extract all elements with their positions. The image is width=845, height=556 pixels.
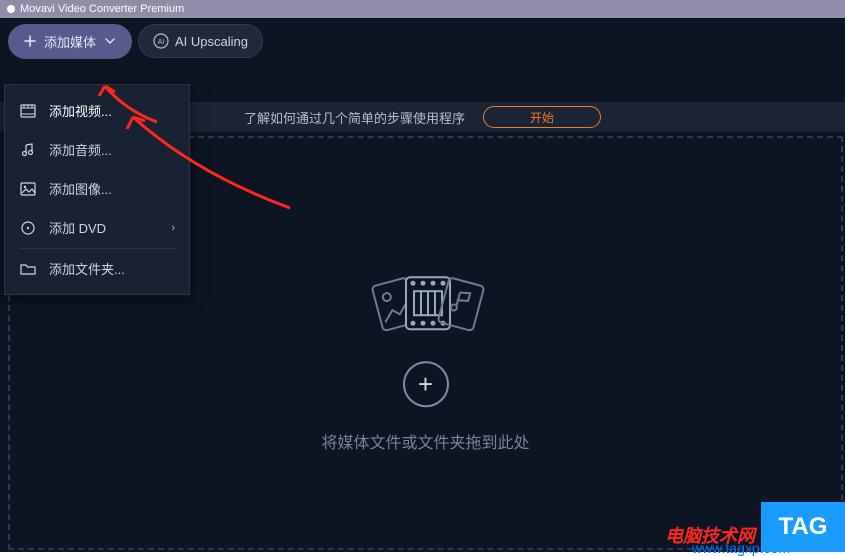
add-media-label: 添加媒体	[44, 32, 96, 51]
menu-label: 添加音频...	[49, 140, 112, 159]
menu-label: 添加文件夹...	[49, 259, 125, 278]
image-icon	[19, 180, 37, 198]
watermark-tag: TAG	[761, 502, 845, 552]
menu-label: 添加 DVD	[49, 218, 106, 237]
toolbar: 添加媒体 AI AI Upscaling	[0, 18, 845, 64]
plus-icon	[22, 33, 38, 49]
menu-add-dvd[interactable]: 添加 DVD ›	[5, 208, 189, 249]
menu-label: 添加视频...	[49, 101, 112, 120]
drop-zone-content: + 将媒体文件或文件夹拖到此处	[321, 263, 529, 453]
ai-upscaling-button[interactable]: AI AI Upscaling	[138, 24, 263, 58]
video-icon	[19, 102, 37, 120]
start-button[interactable]: 开始	[483, 106, 601, 128]
add-media-button[interactable]: 添加媒体	[8, 24, 132, 59]
window-title: Movavi Video Converter Premium	[20, 3, 184, 15]
titlebar: Movavi Video Converter Premium	[0, 0, 845, 18]
add-file-button[interactable]: +	[402, 361, 448, 407]
chevron-right-icon: ›	[171, 222, 175, 234]
folder-icon	[19, 260, 37, 278]
menu-add-image[interactable]: 添加图像...	[5, 169, 189, 208]
audio-icon	[19, 141, 37, 159]
app-window: 添加媒体 AI AI Upscaling 了解如何通过几个简单的步骤使用程序 开…	[0, 18, 845, 552]
ai-upscaling-label: AI Upscaling	[175, 34, 248, 49]
app-icon	[6, 4, 16, 14]
start-label: 开始	[530, 109, 554, 126]
plus-icon: +	[418, 369, 433, 400]
menu-label: 添加图像...	[49, 179, 112, 198]
ai-icon: AI	[153, 33, 169, 49]
add-media-menu: 添加视频... 添加音频... 添加图像... 添加 DVD › 添加文件夹	[4, 84, 190, 295]
menu-add-audio[interactable]: 添加音频...	[5, 130, 189, 169]
dvd-icon	[19, 219, 37, 237]
info-text: 了解如何通过几个简单的步骤使用程序	[244, 108, 465, 127]
menu-add-video[interactable]: 添加视频...	[5, 91, 189, 130]
svg-text:AI: AI	[158, 39, 165, 46]
drop-hint-text: 将媒体文件或文件夹拖到此处	[321, 429, 529, 453]
media-illustration-icon	[350, 263, 500, 343]
menu-add-folder[interactable]: 添加文件夹...	[5, 249, 189, 288]
chevron-down-icon	[102, 33, 118, 49]
